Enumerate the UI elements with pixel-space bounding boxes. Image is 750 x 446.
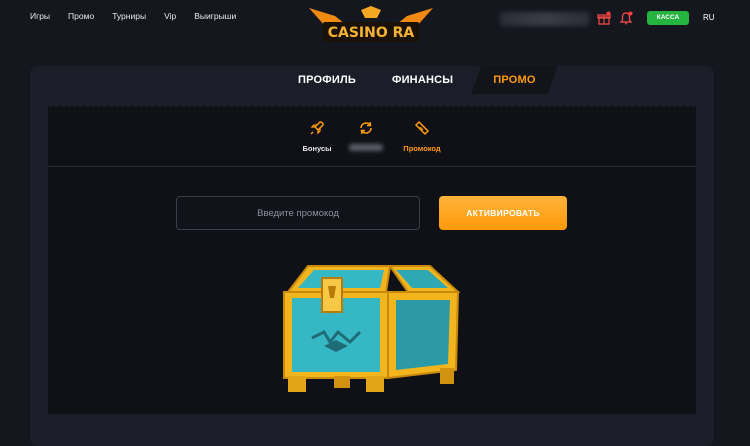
- language-selector[interactable]: RU: [703, 13, 715, 22]
- nav-item-vip[interactable]: Vip: [164, 11, 176, 21]
- nav-item-promo[interactable]: Промо: [68, 11, 94, 21]
- top-bar: Игры Промо Турниры Vip Выигрыши CASINO R…: [0, 0, 750, 42]
- subtab-hidden[interactable]: [336, 120, 396, 151]
- tab-finances[interactable]: ФИНАНСЫ: [374, 66, 471, 94]
- treasure-chest-icon: [283, 265, 461, 392]
- activate-button[interactable]: АКТИВИРОВАТЬ: [439, 196, 567, 230]
- rocket-icon: [310, 121, 324, 135]
- subtab-label-blurred: [349, 144, 383, 151]
- promo-panel: Бонусы Промокод Введите промокод АКТИВИР…: [48, 108, 696, 414]
- main-nav: Игры Промо Турниры Vip Выигрыши: [30, 11, 254, 21]
- profile-card: ПРОФИЛЬ ФИНАНСЫ ПРОМО Бонусы Промокод Вв…: [30, 66, 714, 446]
- divider: [48, 166, 696, 167]
- balance-display: [500, 12, 590, 26]
- nav-item-winnings[interactable]: Выигрыши: [194, 11, 236, 21]
- logo-text: CASINO RA: [328, 25, 415, 41]
- cashier-button[interactable]: КАССА: [647, 11, 689, 25]
- subtab-label: Промокод: [403, 144, 441, 153]
- nav-item-tournaments[interactable]: Турниры: [112, 11, 146, 21]
- promo-subtabs: Бонусы Промокод: [48, 120, 696, 167]
- casino-ra-logo[interactable]: CASINO RA: [305, 4, 437, 48]
- tab-profile[interactable]: ПРОФИЛЬ: [280, 66, 374, 94]
- nav-item-games[interactable]: Игры: [30, 11, 50, 21]
- refresh-icon: [360, 121, 372, 135]
- ticket-icon: [414, 120, 430, 136]
- profile-tabs: ПРОФИЛЬ ФИНАНСЫ ПРОМО: [280, 66, 558, 94]
- subtab-promocode[interactable]: Промокод: [392, 120, 452, 167]
- tab-promo[interactable]: ПРОМО: [471, 66, 557, 94]
- gift-icon[interactable]: [597, 11, 611, 25]
- bell-icon[interactable]: [619, 11, 633, 25]
- promocode-input[interactable]: [176, 196, 420, 230]
